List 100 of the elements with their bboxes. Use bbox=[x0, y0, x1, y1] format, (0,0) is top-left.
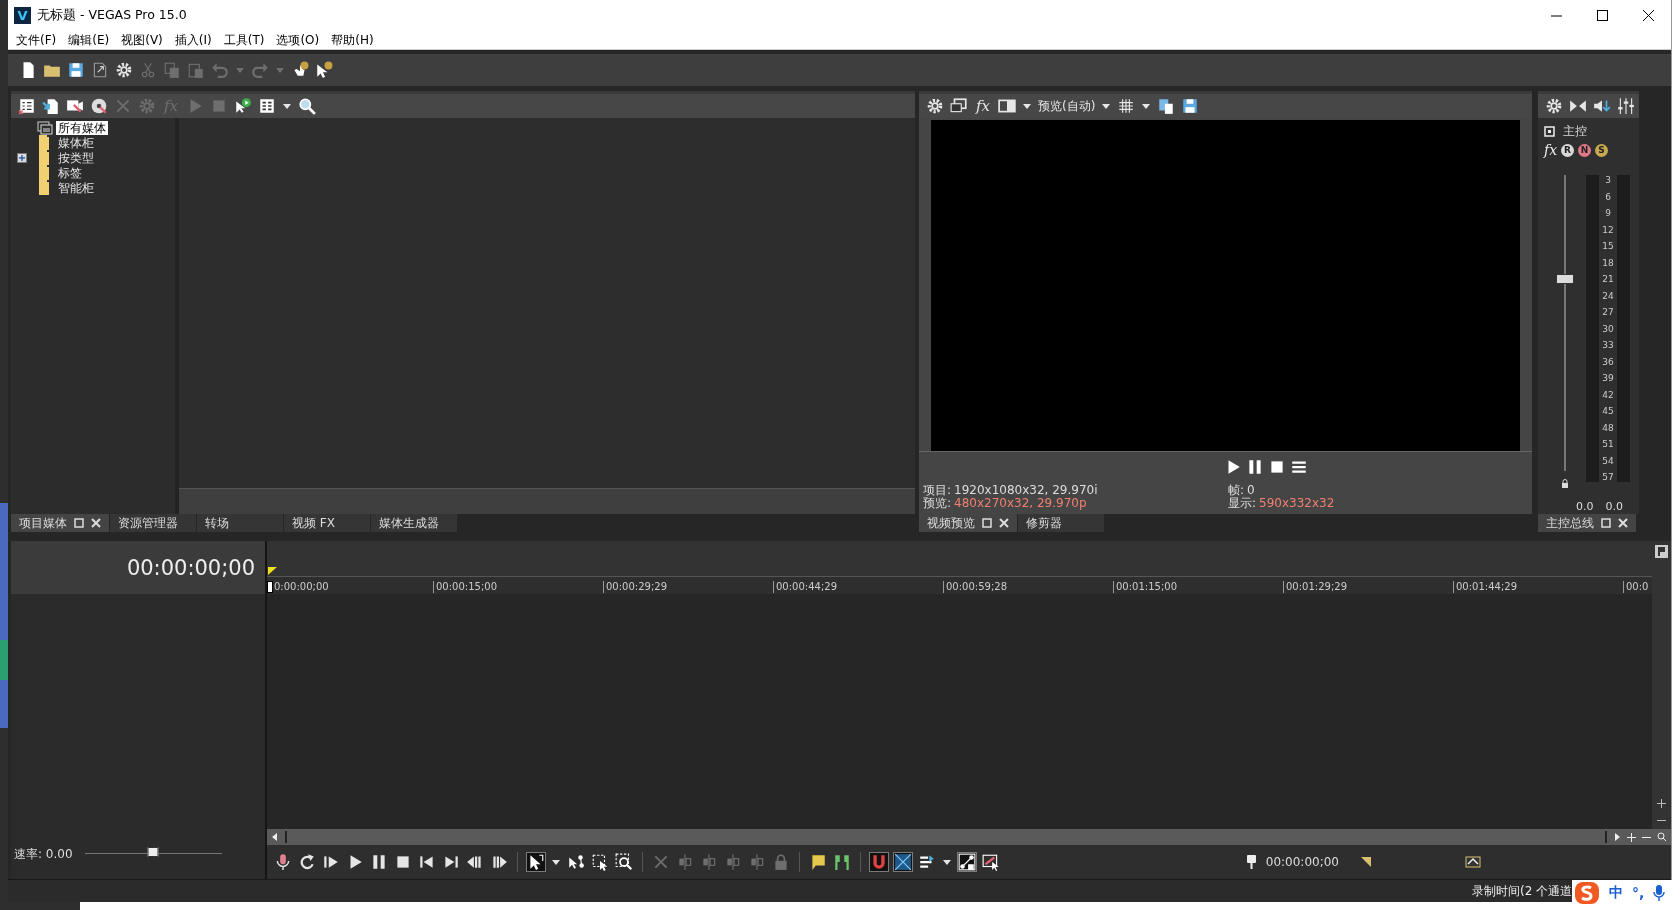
fader-thumb[interactable] bbox=[1556, 273, 1574, 284]
panel-tab[interactable]: 主控总线 bbox=[1538, 514, 1636, 532]
lock-icon[interactable] bbox=[1561, 479, 1569, 488]
meter-scale-label: 33 bbox=[1602, 340, 1614, 350]
tree-item[interactable]: 智能柜 bbox=[56, 180, 96, 195]
marker-icon[interactable] bbox=[809, 853, 827, 871]
zoom-tool-icon[interactable] bbox=[615, 853, 633, 871]
split-screen-icon[interactable] bbox=[998, 97, 1016, 115]
expand-icon[interactable] bbox=[17, 152, 27, 163]
menu-item[interactable]: 编辑(E) bbox=[62, 31, 116, 49]
region-icon[interactable] bbox=[833, 853, 851, 871]
menu-item[interactable]: 选项(O) bbox=[270, 31, 326, 49]
play-from-start-icon[interactable] bbox=[322, 853, 340, 871]
microphone-icon[interactable] bbox=[1653, 885, 1666, 901]
skip-back-icon[interactable] bbox=[418, 853, 436, 871]
slider-thumb[interactable] bbox=[147, 847, 159, 857]
loop-region-icon[interactable] bbox=[1465, 856, 1481, 868]
skip-forward-icon[interactable] bbox=[442, 853, 460, 871]
microphone-icon[interactable] bbox=[274, 853, 292, 871]
tree-item[interactable]: 按类型 bbox=[56, 150, 96, 165]
media-list-icon[interactable] bbox=[18, 97, 36, 115]
disc-icon[interactable] bbox=[90, 97, 108, 115]
fx-button[interactable]: fx bbox=[974, 97, 992, 115]
flag-icon[interactable] bbox=[1655, 545, 1668, 558]
import-icon[interactable] bbox=[42, 97, 60, 115]
save-icon[interactable] bbox=[1181, 97, 1200, 115]
frame-forward-icon[interactable] bbox=[490, 853, 508, 871]
effect-badge[interactable]: N bbox=[1578, 143, 1592, 157]
panel-tab[interactable]: 资源管理器 bbox=[110, 514, 196, 532]
meter-scale-label: 6 bbox=[1605, 191, 1611, 202]
effect-badge[interactable]: S bbox=[1595, 143, 1609, 157]
help-pointer-icon[interactable] bbox=[315, 61, 333, 79]
window-title: 无标题 - VEGAS Pro 15.0 bbox=[37, 7, 188, 24]
panel-tab[interactable]: 修剪器 bbox=[1018, 514, 1104, 532]
selection-tool-icon[interactable] bbox=[591, 853, 609, 871]
view-icon[interactable] bbox=[258, 97, 276, 115]
cursor-icon[interactable] bbox=[527, 853, 545, 871]
scroll-left-icon[interactable] bbox=[271, 832, 279, 842]
monitor-icon[interactable] bbox=[950, 97, 968, 115]
auto-preview-icon[interactable] bbox=[234, 97, 252, 115]
ruler-time: 00:01:15;00 bbox=[1116, 581, 1177, 593]
scrollbar[interactable] bbox=[179, 488, 915, 514]
envelope-tool-icon[interactable] bbox=[567, 853, 585, 871]
triangle-marker-icon[interactable] bbox=[1361, 857, 1371, 867]
input-mode[interactable]: 中 bbox=[1609, 884, 1623, 902]
info-label: 预览: bbox=[923, 497, 952, 510]
info-value: 590x332x32 bbox=[1259, 497, 1335, 510]
scrollbar-thumb[interactable] bbox=[285, 831, 1607, 843]
ime-logo-icon[interactable] bbox=[1574, 881, 1600, 905]
pause-icon[interactable] bbox=[370, 853, 388, 871]
meter-scale-label: 51 bbox=[1602, 439, 1614, 449]
maximize-icon[interactable] bbox=[1596, 10, 1608, 21]
tree-item[interactable]: 标签 bbox=[56, 165, 84, 180]
fx-button[interactable]: fx bbox=[1544, 142, 1558, 158]
copy-icon[interactable] bbox=[1157, 97, 1176, 115]
panel-tab[interactable]: 视频 FX bbox=[284, 514, 370, 532]
menu-item[interactable]: 帮助(H) bbox=[325, 31, 380, 49]
auto-crossfade-icon[interactable] bbox=[982, 853, 1000, 871]
square-icon[interactable] bbox=[1544, 125, 1555, 137]
panel-tab[interactable]: 视频预览 bbox=[919, 514, 1017, 532]
grid-icon[interactable] bbox=[1117, 97, 1136, 115]
stop-icon[interactable] bbox=[394, 853, 412, 871]
zoom-icon[interactable] bbox=[1657, 832, 1667, 842]
float-icon[interactable] bbox=[982, 518, 992, 528]
camera-icon[interactable] bbox=[66, 97, 84, 115]
menu-item[interactable]: 工具(T) bbox=[217, 31, 271, 49]
preview-quality-dropdown[interactable]: 预览(自动) bbox=[1038, 97, 1096, 115]
crossfade-icon[interactable] bbox=[894, 853, 912, 871]
menu-item[interactable]: 插入(I) bbox=[168, 31, 218, 49]
punctuation-mode[interactable]: °, bbox=[1632, 885, 1645, 901]
menu-item[interactable]: 视图(V) bbox=[115, 31, 169, 49]
float-icon[interactable] bbox=[1601, 518, 1611, 528]
menu-icon[interactable] bbox=[1289, 458, 1308, 476]
save-icon[interactable] bbox=[67, 61, 85, 79]
panel-tab[interactable]: 项目媒体 bbox=[11, 514, 109, 532]
loop-icon[interactable] bbox=[298, 853, 316, 871]
pin-icon[interactable] bbox=[1246, 855, 1256, 869]
ripple-icon[interactable] bbox=[918, 853, 936, 871]
playhead-marker-icon[interactable] bbox=[267, 581, 273, 593]
frame-back-icon[interactable] bbox=[466, 853, 484, 871]
tree-item[interactable]: 媒体柜 bbox=[56, 135, 96, 150]
panel-tab[interactable]: 转场 bbox=[197, 514, 283, 532]
menu-item[interactable]: 文件(F) bbox=[10, 31, 63, 49]
mixer-icon[interactable] bbox=[1617, 97, 1635, 115]
export-icon[interactable] bbox=[91, 61, 109, 79]
search-icon[interactable] bbox=[298, 97, 316, 115]
speaker-icon[interactable] bbox=[1593, 97, 1611, 115]
zoom-in-icon[interactable] bbox=[1657, 799, 1666, 808]
status-text: 录制时间(2 个通道 bbox=[1472, 882, 1573, 900]
info-label: 项目: bbox=[923, 484, 952, 497]
magnet-icon[interactable] bbox=[870, 853, 888, 871]
envelope-lock-icon[interactable] bbox=[958, 853, 976, 871]
panel-tab[interactable]: 媒体生成器 bbox=[371, 514, 457, 532]
close-icon[interactable] bbox=[1642, 10, 1654, 21]
effect-badge[interactable]: R bbox=[1561, 143, 1575, 157]
scroll-right-icon[interactable] bbox=[1613, 832, 1621, 842]
float-icon[interactable] bbox=[74, 518, 84, 528]
tree-item[interactable]: 所有媒体 bbox=[56, 120, 108, 135]
meter-scale-label: 15 bbox=[1602, 241, 1614, 251]
speed-label: 速率: 0.00 bbox=[14, 845, 73, 863]
